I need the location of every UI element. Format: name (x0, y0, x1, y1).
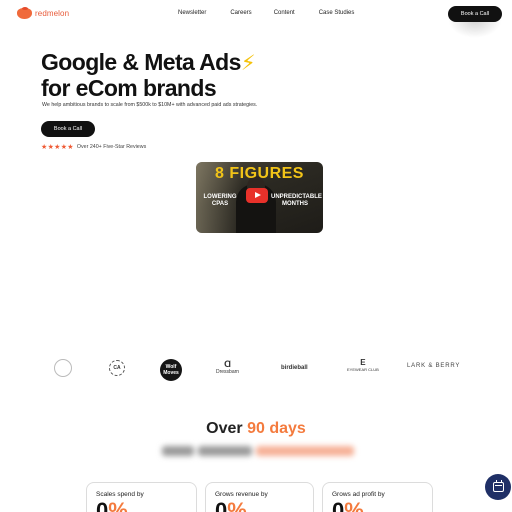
nav-links: Newsletter Careers Content Case Studies (178, 10, 378, 16)
stats-title: Over 90 days (0, 420, 512, 438)
blurred-text (198, 446, 252, 456)
stat-value-number: 0 (96, 498, 109, 512)
stat-card-label: Grows ad profit by (332, 491, 385, 498)
stat-card-spend: Scales spend by 0% (86, 482, 197, 512)
nav-cta-shadow (448, 20, 502, 38)
top-nav: redmelon Newsletter Careers Content Case… (0, 0, 512, 38)
stat-card-revenue: Grows revenue by 0% (205, 482, 314, 512)
stat-card-value: 0% (332, 500, 364, 512)
rating: ★★★★★ Over 240+ Five-Star Reviews (41, 143, 146, 151)
client-logo-eyewear-club: E EYEWEAR CLUB (347, 358, 379, 373)
dressbarn-mark-icon: Ɑ (224, 359, 231, 369)
stat-card-value: 0% (96, 500, 128, 512)
stat-value-unit: % (344, 498, 364, 512)
hero-title-line-1: Google & Meta Ads⚡ (41, 49, 256, 76)
rating-text: Over 240+ Five-Star Reviews (76, 144, 147, 150)
eyewear-club-mark: E (360, 358, 366, 367)
client-logos: CA Wolf Moves Ɑ Dressbarn birdieball E E… (0, 355, 512, 385)
client-logo-ca: CA (109, 360, 125, 376)
stats-cards: Scales spend by 0% Grows revenue by 0% G… (86, 482, 433, 512)
nav-link-newsletter[interactable]: Newsletter (178, 10, 206, 16)
video-right-caption: UNPREDICTABLE MONTHS (271, 194, 322, 207)
brand-name: redmelon (35, 9, 70, 18)
hero-title-line-2: for eCom brands (41, 75, 217, 101)
lark-berry-text: LARK & BERRY (407, 363, 461, 369)
stat-value-number: 0 (332, 498, 345, 512)
stat-value-unit: % (108, 498, 128, 512)
star-rating-icon: ★★★★★ (41, 144, 74, 151)
stat-card-value: 0% (215, 500, 247, 512)
client-logo-lark-berry: LARK & BERRY (407, 363, 460, 370)
melon-logo-icon (17, 7, 32, 20)
blurred-text (162, 446, 194, 456)
stat-value-number: 0 (215, 498, 228, 512)
stat-card-label: Grows revenue by (215, 491, 268, 498)
hero-title-text-1: Google & Meta Ads (41, 49, 241, 75)
eyewear-club-text: EYEWEAR CLUB (347, 367, 379, 372)
stat-card-profit: Grows ad profit by 0% (322, 482, 433, 512)
hero-title: Google & Meta Ads⚡ for eCom brands (41, 49, 256, 101)
stat-value-unit: % (227, 498, 247, 512)
stats-title-accent: 90 days (247, 420, 306, 437)
video-left-caption: LOWERING CPAS (203, 194, 237, 207)
hero-subtitle: We help ambitious brands to scale from $… (42, 102, 258, 108)
client-logo-wolf-moves: Wolf Moves (160, 359, 182, 381)
nav-link-content[interactable]: Content (274, 10, 295, 16)
brand-logo[interactable]: redmelon (17, 7, 69, 20)
stats-blurred-subtitle (162, 444, 357, 458)
nav-link-case-studies[interactable]: Case Studies (319, 10, 355, 16)
video-headline: 8 FIGURES (215, 165, 304, 182)
hero-book-call-button[interactable]: Book a Call (41, 121, 95, 137)
client-logo-dressbarn: Ɑ Dressbarn (216, 360, 239, 376)
client-logo-birdieball: birdieball (281, 365, 308, 371)
play-icon[interactable] (246, 188, 268, 203)
lightning-icon: ⚡ (240, 52, 256, 75)
nav-link-careers[interactable]: Careers (230, 10, 251, 16)
blurred-text (256, 446, 354, 456)
stat-card-label: Scales spend by (96, 491, 144, 498)
video-thumbnail[interactable]: 8 FIGURES LOWERING CPAS UNPREDICTABLE MO… (196, 162, 323, 233)
book-call-floating-button[interactable] (485, 474, 511, 500)
stats-title-prefix: Over (206, 420, 243, 437)
calendar-icon (492, 479, 504, 492)
nav-book-call-button[interactable]: Book a Call (448, 6, 502, 22)
client-logo-1 (54, 359, 72, 377)
dressbarn-text: Dressbarn (216, 369, 240, 375)
